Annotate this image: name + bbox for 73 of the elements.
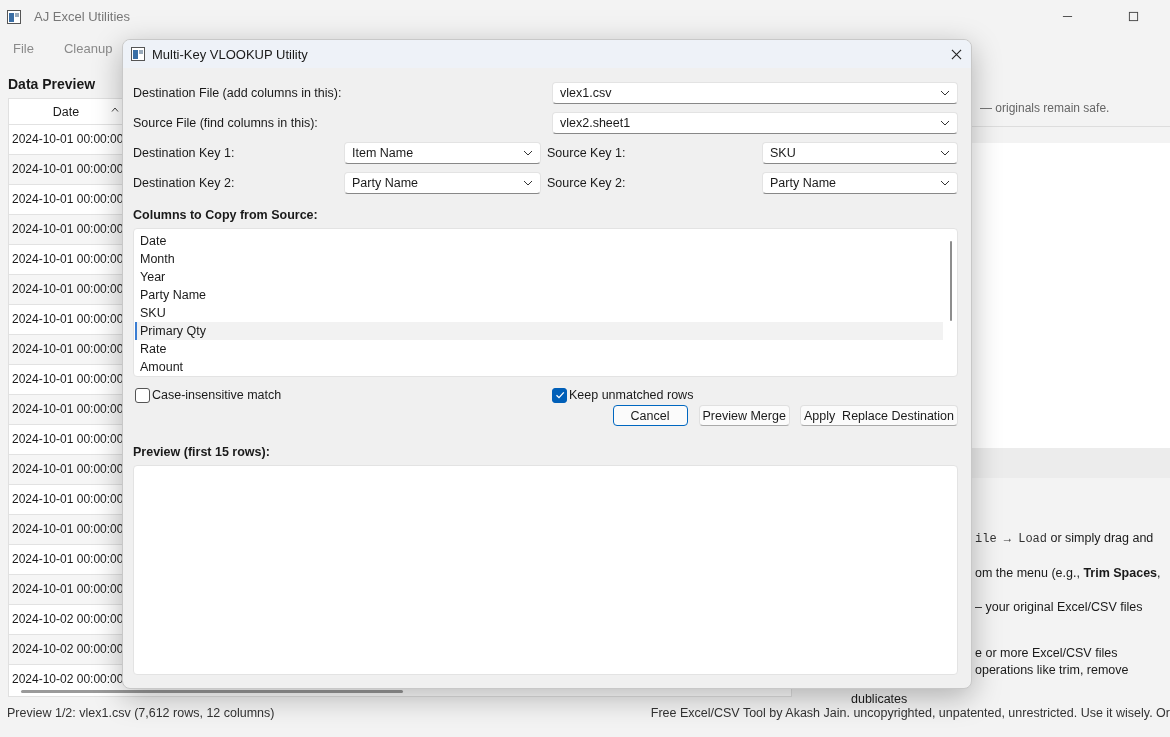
info-text: om the menu (e.g., Trim Spaces, <box>975 565 1162 582</box>
checkbox[interactable] <box>552 387 567 403</box>
table-cell-text: 2024-10-01 00:00:00 <box>11 341 125 358</box>
table-cell-text: 2024-10-01 00:00:00 <box>11 521 125 538</box>
section-title: Columns to Copy from Source: <box>133 208 319 224</box>
horizontal-scrollbar[interactable] <box>21 690 403 693</box>
field-label: Destination Key 2: <box>133 176 236 190</box>
table-cell-text: 2024-10-02 00:00:00 <box>11 671 125 688</box>
info-text: – your original Excel/CSV files <box>975 599 1144 616</box>
chevron-down-icon <box>523 150 533 156</box>
checkmark-icon <box>553 389 566 401</box>
info-text: dublicates <box>851 691 909 708</box>
list-item[interactable]: Date <box>135 232 943 250</box>
maximize-icon[interactable] <box>1128 11 1139 22</box>
table-cell-text: 2024-10-02 00:00:00 <box>11 611 125 628</box>
close-icon[interactable] <box>951 48 962 60</box>
dropdown[interactable]: Party Name <box>344 172 541 194</box>
dropdown[interactable]: Item Name <box>344 142 541 164</box>
column-header[interactable]: Date <box>9 99 123 124</box>
field-label: Source Key 2: <box>546 176 627 190</box>
list-item[interactable]: Primary Qty <box>135 322 943 340</box>
app-icon <box>131 47 145 61</box>
table-cell-text: 2024-10-01 00:00:00 <box>11 461 125 478</box>
status-text: Preview 1/2: vlex1.csv (7,612 rows, 12 columns) <box>7 706 275 720</box>
table-cell-text: 2024-10-01 00:00:00 <box>11 161 125 178</box>
dropdown[interactable]: Party Name <box>762 172 958 194</box>
list-item[interactable]: Rate <box>135 340 943 358</box>
table-cell-text: 2024-10-01 00:00:00 <box>11 491 125 508</box>
table-cell-text: 2024-10-01 00:00:00 <box>11 431 125 448</box>
checkbox[interactable] <box>135 387 150 403</box>
checkbox-label: Case-insensitive match <box>152 388 282 402</box>
table-cell-text: 2024-10-01 00:00:00 <box>11 221 125 238</box>
list-item[interactable]: Party Name <box>135 286 943 304</box>
field-label: Destination Key 1: <box>133 146 236 160</box>
info-text: ile → Load or simply drag and <box>975 530 1155 548</box>
dropdown[interactable]: vlex2.sheet1 <box>552 112 958 134</box>
table-cell-text: 2024-10-01 00:00:00 <box>11 131 125 148</box>
table-cell-text: 2024-10-01 00:00:00 <box>11 281 125 298</box>
table-cell-text: 2024-10-01 00:00:00 <box>11 311 125 328</box>
chevron-down-icon <box>523 180 533 186</box>
table-cell-text: 2024-10-02 00:00:00 <box>11 641 125 658</box>
dialog-title: Multi-Key VLOOKUP Utility <box>152 46 308 62</box>
field-label: Destination File (add columns in this): <box>133 86 343 100</box>
dialog-button[interactable]: Apply Replace Destination <box>799 405 958 426</box>
table-cell-text: 2024-10-01 00:00:00 <box>11 581 125 598</box>
checkbox-label: Keep unmatched rows <box>569 388 694 402</box>
field-label: Source File (find columns in this): <box>133 116 319 130</box>
table-cell-text: 2024-10-01 00:00:00 <box>11 551 125 568</box>
list-item[interactable]: Year <box>135 268 943 286</box>
chevron-down-icon <box>940 90 950 96</box>
chevron-down-icon <box>940 180 950 186</box>
vertical-scrollbar[interactable] <box>950 241 952 321</box>
chevron-down-icon <box>940 120 950 126</box>
table-cell-text: 2024-10-01 00:00:00 <box>11 191 125 208</box>
dropdown[interactable]: SKU <box>762 142 958 164</box>
list-item[interactable]: Amount <box>135 358 943 376</box>
chevron-down-icon <box>940 150 950 156</box>
table-cell-text: 2024-10-01 00:00:00 <box>11 251 125 268</box>
section-title: Data Preview <box>8 76 96 94</box>
info-text: operations like trim, remove <box>975 662 1130 679</box>
dropdown[interactable]: vlex1.csv <box>552 82 958 104</box>
info-text: e or more Excel/CSV files <box>975 645 1119 662</box>
dialog-button[interactable]: Preview Merge <box>698 405 790 426</box>
list-item[interactable]: Month <box>135 250 943 268</box>
window-title: AJ Excel Utilities <box>34 9 131 24</box>
section-title: Preview (first 15 rows): <box>133 445 271 461</box>
app-icon <box>7 9 21 24</box>
field-label: Source Key 1: <box>546 146 627 160</box>
dialog-button[interactable]: Cancel <box>612 405 688 426</box>
table-cell-text: 2024-10-01 00:00:00 <box>11 401 125 418</box>
table-cell-text: 2024-10-01 00:00:00 <box>11 371 125 388</box>
list-item[interactable]: SKU <box>135 304 943 322</box>
status-text: Free Excel/CSV Tool by Akash Jain. uncopyrighted, unpatented, unrestricted. Use it wisely. Or <box>650 706 1170 720</box>
